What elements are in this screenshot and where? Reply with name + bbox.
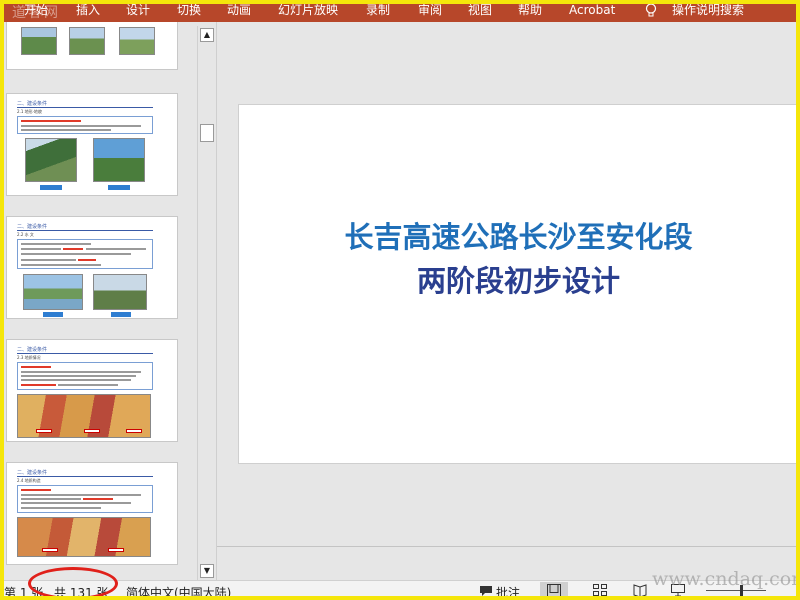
slide-thumbnail-partial[interactable]: [6, 22, 178, 70]
thumbnail-photo: [25, 138, 77, 182]
slide-thumbnail[interactable]: 二、建设条件 2.3 地质情况: [6, 339, 178, 442]
thumbnail-textbox: [17, 362, 153, 390]
tab-slideshow[interactable]: 幻灯片放映: [278, 2, 338, 18]
tab-help[interactable]: 帮助: [518, 2, 542, 18]
zoom-slider[interactable]: [706, 590, 766, 591]
comments-button[interactable]: 批注: [496, 584, 520, 600]
slide-thumbnail[interactable]: 二、建设条件 2.2 水 文: [6, 216, 178, 319]
thumbnail-heading: 二、建设条件: [17, 470, 48, 476]
notes-pane-divider[interactable]: [217, 546, 797, 547]
thumbnail-photo: [119, 27, 155, 55]
slide-title-line1: 长吉高速公路长沙至安化段: [344, 220, 693, 254]
tab-record[interactable]: 录制: [366, 2, 390, 18]
thumbnail-heading: 二、建设条件: [17, 101, 48, 107]
thumbnail-photo: [93, 274, 147, 310]
tab-transitions[interactable]: 切换: [177, 2, 201, 18]
thumbnail-heading: 二、建设条件: [17, 224, 48, 230]
thumbnail-textbox: [17, 485, 153, 513]
ribbon-tab-bar: 道客网 开始 插入 设计 切换 动画 幻灯片放映 录制 审阅 视图 帮助 Acr…: [0, 0, 800, 22]
thumbnail-caption: [108, 185, 130, 190]
slide-thumbnail[interactable]: 二、建设条件 2.4 地质构造: [6, 462, 178, 565]
comments-icon[interactable]: [479, 585, 493, 597]
scrollbar-thumb[interactable]: [200, 124, 214, 142]
thumbnail-subheading: 2.4 地质构造: [17, 478, 41, 483]
normal-view-button[interactable]: [540, 582, 568, 599]
thumbnail-photo: [23, 274, 83, 310]
normal-view-icon: [547, 584, 561, 597]
slide-sorter-button[interactable]: [586, 582, 614, 599]
slide-editor-area: 长吉高速公路长沙至安化段 两阶段初步设计: [216, 22, 797, 580]
thumbnail-divider: [17, 230, 153, 231]
thumbnail-textbox: [17, 239, 153, 269]
slide-title[interactable]: 长吉高速公路长沙至安化段 两阶段初步设计: [239, 215, 798, 303]
thumbnail-subheading: 2.3 地质情况: [17, 355, 41, 360]
slide-thumbnail[interactable]: 二、建设条件 2.1 地形·地貌: [6, 93, 178, 196]
tab-home[interactable]: 开始: [24, 2, 48, 18]
slide-thumbnail-pane[interactable]: 二、建设条件 2.1 地形·地貌 二、建设条件 2.2 水 文 二、建设条件 2…: [4, 22, 197, 582]
tab-view[interactable]: 视图: [468, 2, 492, 18]
thumbnail-photo: [93, 138, 145, 182]
scroll-down-icon[interactable]: ▼: [200, 564, 214, 578]
language-indicator[interactable]: 简体中文(中国大陆): [126, 584, 231, 600]
thumbnail-divider: [17, 476, 153, 477]
tab-review[interactable]: 审阅: [418, 2, 442, 18]
slide-title-line2: 两阶段初步设计: [416, 264, 620, 298]
thumbnail-photo: [21, 27, 57, 55]
thumbnail-geology-map: [17, 517, 151, 557]
watermark-url: www.cndaq.com: [652, 568, 800, 590]
tab-insert[interactable]: 插入: [76, 2, 100, 18]
highlight-ellipse: [28, 567, 118, 600]
tell-me-search[interactable]: 操作说明搜索: [672, 2, 744, 18]
thumbnail-caption: [111, 312, 131, 317]
reading-view-button[interactable]: [626, 582, 654, 599]
thumbnail-divider: [17, 353, 153, 354]
thumbnail-geology-map: [17, 394, 151, 438]
thumbnail-divider: [17, 107, 153, 108]
thumbnail-scrollbar[interactable]: ▲ ▼: [197, 26, 215, 580]
current-slide[interactable]: 长吉高速公路长沙至安化段 两阶段初步设计: [238, 104, 797, 464]
thumbnail-heading: 二、建设条件: [17, 347, 48, 353]
thumbnail-subheading: 2.1 地形·地貌: [17, 109, 42, 114]
reading-view-icon: [633, 584, 647, 597]
thumbnail-subheading: 2.2 水 文: [17, 232, 34, 237]
thumbnail-caption: [40, 185, 62, 190]
tab-design[interactable]: 设计: [126, 2, 150, 18]
slide-sorter-icon: [593, 584, 607, 596]
tab-acrobat[interactable]: Acrobat: [569, 2, 615, 18]
thumbnail-photo: [69, 27, 105, 55]
lightbulb-icon[interactable]: [645, 3, 657, 18]
tab-animations[interactable]: 动画: [227, 2, 251, 18]
thumbnail-caption: [43, 312, 63, 317]
scroll-up-icon[interactable]: ▲: [200, 28, 214, 42]
thumbnail-textbox: [17, 116, 153, 134]
